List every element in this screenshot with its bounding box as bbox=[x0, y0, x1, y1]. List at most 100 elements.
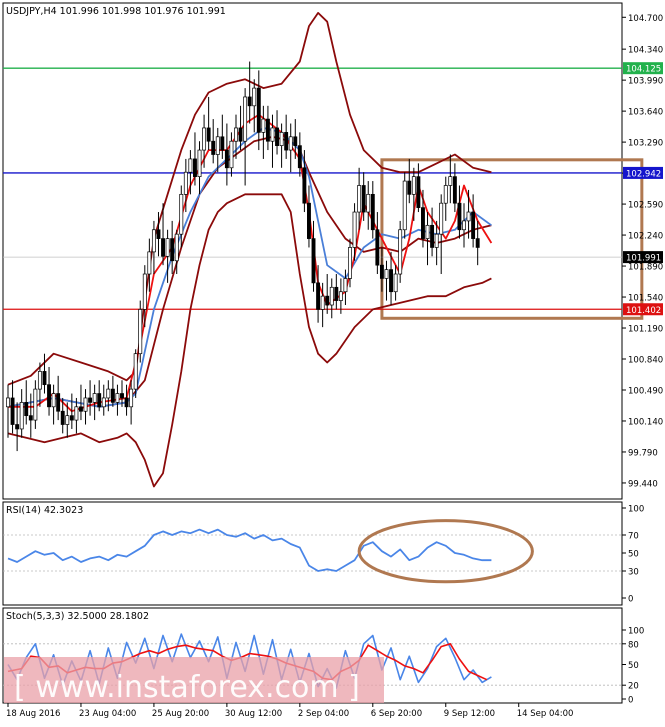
candle-body bbox=[174, 233, 179, 262]
candle-body bbox=[270, 127, 275, 142]
candle-body bbox=[338, 291, 343, 301]
price-tick-label: 99.790 bbox=[628, 448, 658, 458]
candle-body bbox=[19, 402, 24, 430]
rsi-tick-label: 70 bbox=[628, 532, 639, 542]
price-tick-label: 104.340 bbox=[628, 46, 663, 56]
candle-body bbox=[234, 127, 238, 142]
candle-body bbox=[220, 136, 225, 151]
candle-body bbox=[297, 145, 302, 169]
candle-body bbox=[147, 251, 152, 275]
candle-body bbox=[138, 309, 143, 355]
stoch-tick-label: 50 bbox=[628, 661, 639, 671]
candle-body bbox=[320, 295, 325, 310]
candle-body bbox=[15, 424, 20, 430]
rsi-tick-label: 50 bbox=[628, 550, 639, 560]
time-tick-label: 2 Sep 04:00 bbox=[298, 709, 349, 719]
price-tick-label: 99.440 bbox=[628, 479, 658, 489]
candle-body bbox=[88, 397, 93, 403]
candle-body bbox=[79, 406, 83, 412]
candle-body bbox=[229, 140, 234, 169]
candle-body bbox=[261, 118, 266, 133]
candle-body bbox=[348, 247, 352, 279]
time-tick-label: 9 Sep 12:00 bbox=[444, 709, 495, 719]
candle-body bbox=[471, 211, 476, 239]
candle-body bbox=[252, 87, 257, 107]
candle-body bbox=[37, 371, 42, 390]
candle-body bbox=[179, 193, 184, 235]
candle-body bbox=[92, 393, 97, 403]
price-tick-label: 103.640 bbox=[628, 108, 663, 118]
candle-body bbox=[421, 207, 425, 239]
time-tick-label: 25 Aug 20:00 bbox=[152, 709, 209, 719]
candle-body bbox=[183, 171, 188, 195]
candle-body bbox=[361, 185, 366, 213]
stoch-tick-label: 100 bbox=[628, 627, 644, 637]
candle-body bbox=[101, 397, 106, 408]
candle-body bbox=[275, 127, 279, 146]
candle-body bbox=[311, 238, 316, 284]
candle-body bbox=[316, 282, 321, 310]
candle-body bbox=[10, 397, 15, 425]
candle-body bbox=[457, 202, 462, 231]
candle-body bbox=[443, 185, 448, 204]
candle bbox=[138, 300, 143, 363]
rsi-tick-label: 0 bbox=[628, 595, 633, 605]
current-price-label: 101.991 bbox=[626, 254, 661, 264]
candle-body bbox=[379, 264, 384, 279]
candle-body bbox=[402, 180, 407, 231]
candle-body bbox=[352, 211, 357, 248]
stoch-label: Stoch(5,3,3) 32.5000 28.1802 bbox=[6, 611, 149, 622]
price-tick-label: 100.490 bbox=[628, 386, 663, 396]
candle-body bbox=[6, 397, 10, 408]
candle-body bbox=[224, 149, 229, 169]
time-tick-label: 14 Sep 04:00 bbox=[517, 709, 574, 719]
candle-body bbox=[65, 415, 70, 425]
price-tick-label: 101.540 bbox=[628, 294, 663, 304]
candle-body bbox=[393, 273, 398, 293]
candle-body bbox=[206, 127, 211, 142]
candle-body bbox=[161, 238, 165, 257]
candle-body bbox=[279, 132, 284, 146]
chart-window: 104.700 104.340 103.990 103.640 103.290 102.9… bbox=[0, 0, 665, 723]
candle-body bbox=[188, 158, 193, 173]
level-price-label: 102.942 bbox=[626, 169, 661, 179]
symbol-header: USDJPY,H4 101.996 101.998 101.976 101.99… bbox=[6, 6, 226, 17]
level-price-label: 104.125 bbox=[626, 65, 661, 75]
candle-body bbox=[74, 406, 79, 421]
candle-body bbox=[434, 233, 439, 248]
candle-body bbox=[247, 96, 252, 107]
candle-body bbox=[430, 224, 435, 248]
candle-body bbox=[302, 167, 307, 204]
price-tick-label: 100.840 bbox=[628, 356, 663, 366]
candle-body bbox=[411, 176, 416, 195]
candle-body bbox=[398, 229, 403, 275]
candle-body bbox=[124, 397, 129, 408]
candle-body bbox=[407, 180, 412, 195]
candle-body bbox=[448, 176, 453, 186]
time-tick-label: 23 Aug 04:00 bbox=[79, 709, 136, 719]
price-tick-label: 102.590 bbox=[628, 201, 663, 211]
stoch-tick-label: 20 bbox=[628, 682, 639, 692]
candle-body bbox=[357, 185, 362, 213]
time-tick-label: 18 Aug 2016 bbox=[6, 709, 60, 719]
candle-body bbox=[202, 127, 207, 151]
candle-body bbox=[256, 87, 261, 133]
candle-body bbox=[60, 410, 65, 425]
candle-body bbox=[334, 286, 339, 301]
candle-body bbox=[83, 397, 88, 412]
candle-body bbox=[33, 388, 38, 421]
candle bbox=[402, 172, 407, 239]
candle-body bbox=[24, 402, 29, 417]
price-tick-label: 101.190 bbox=[628, 325, 663, 335]
candle-body bbox=[475, 238, 480, 248]
candle-body bbox=[56, 393, 61, 412]
candle-body bbox=[243, 96, 248, 142]
candle-body bbox=[329, 286, 334, 306]
candle-body bbox=[156, 229, 161, 239]
candle-body bbox=[425, 224, 430, 239]
candle-body bbox=[42, 371, 47, 386]
candle-body bbox=[370, 193, 375, 231]
candle-body bbox=[211, 140, 216, 155]
candle-body bbox=[325, 295, 330, 306]
candle-body bbox=[110, 388, 115, 403]
